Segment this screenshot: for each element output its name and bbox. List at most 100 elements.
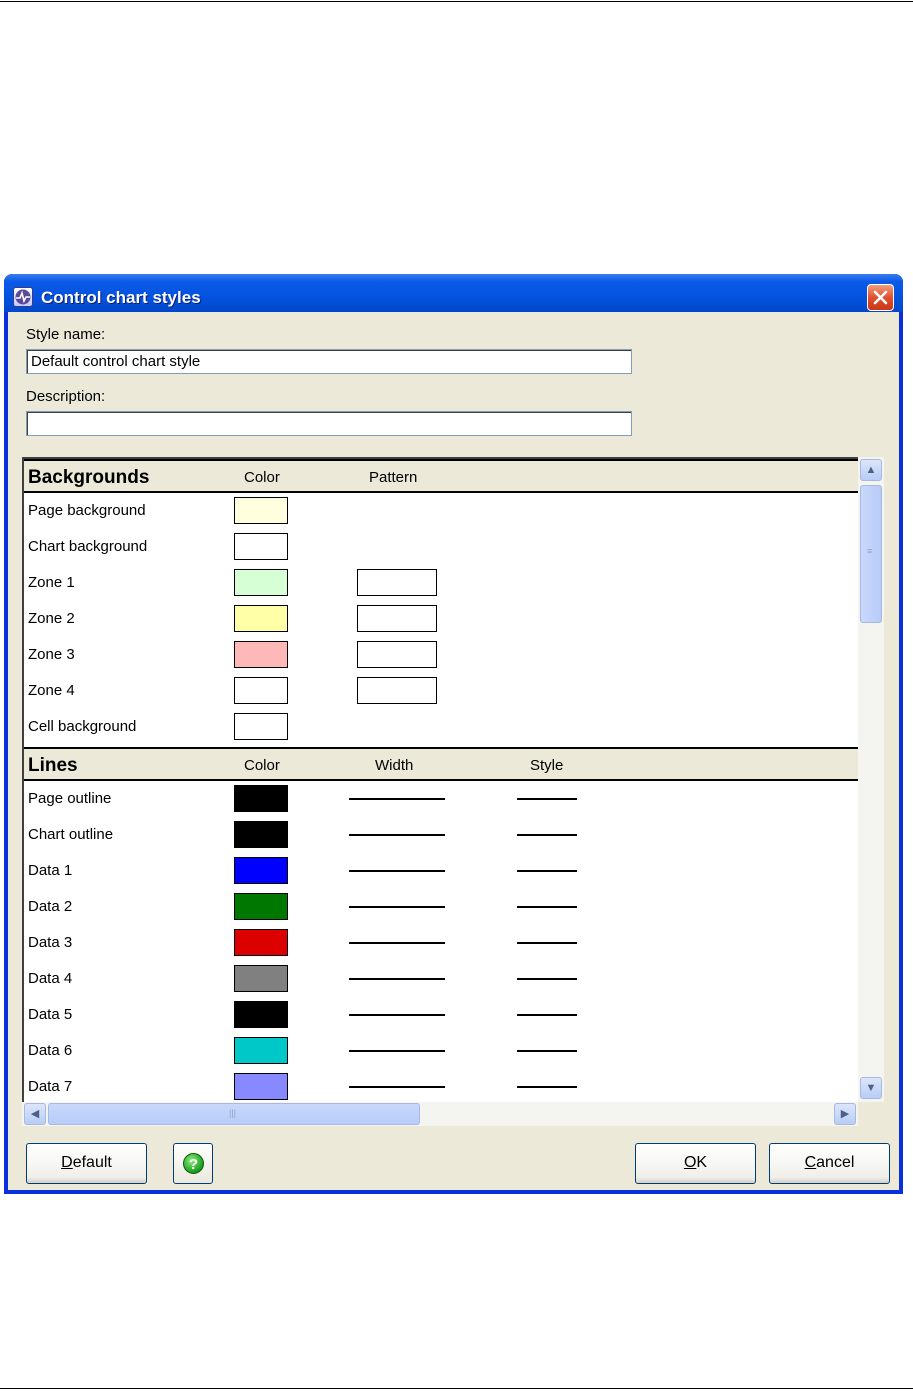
chevron-up-icon: ▲ <box>865 464 877 476</box>
line-width-sample[interactable] <box>349 1014 445 1016</box>
line-color-swatch[interactable] <box>234 857 288 884</box>
ok-button[interactable]: OK <box>635 1143 756 1184</box>
background-row-label: Cell background <box>28 718 137 735</box>
lines-style-header: Style <box>530 757 564 774</box>
scroll-down-button[interactable]: ▼ <box>860 1077 882 1099</box>
chart-wave-icon <box>13 287 33 307</box>
background-row-label: Zone 3 <box>28 646 75 663</box>
line-color-swatch[interactable] <box>234 893 288 920</box>
line-color-swatch[interactable] <box>234 1037 288 1064</box>
line-row-label: Data 1 <box>28 862 73 879</box>
line-style-sample[interactable] <box>517 942 577 944</box>
line-row-label: Page outline <box>28 790 112 807</box>
default-button[interactable]: Default <box>26 1143 147 1184</box>
line-color-swatch[interactable] <box>234 785 288 812</box>
backgrounds-pattern-header: Pattern <box>369 469 418 486</box>
line-width-sample[interactable] <box>349 906 445 908</box>
background-row-label: Zone 1 <box>28 574 75 591</box>
background-pattern-selector[interactable] <box>357 641 437 668</box>
close-button[interactable] <box>867 284 894 311</box>
line-width-sample[interactable] <box>349 834 445 836</box>
scrollbar-corner <box>858 1102 884 1126</box>
line-row-label: Chart outline <box>28 826 114 843</box>
line-width-sample[interactable] <box>349 870 445 872</box>
cancel-mnemonic: C <box>804 1154 817 1171</box>
line-row-label: Data 3 <box>28 934 73 951</box>
line-color-swatch[interactable] <box>234 1073 288 1100</box>
control-chart-styles-dialog: Control chart styles Style name: Default… <box>4 274 903 1194</box>
line-row-label: Data 4 <box>28 970 73 987</box>
cancel-label-rest: ancel <box>816 1154 855 1171</box>
backgrounds-title: Backgrounds <box>28 467 150 488</box>
window-title: Control chart styles <box>41 288 201 307</box>
chevron-down-icon: ▼ <box>865 1082 877 1094</box>
background-pattern-selector[interactable] <box>357 677 437 704</box>
background-color-swatch[interactable] <box>234 677 288 704</box>
scroll-up-button[interactable]: ▲ <box>860 459 882 481</box>
line-row-label: Data 7 <box>28 1078 73 1095</box>
backgrounds-color-header: Color <box>244 469 280 486</box>
thumb-grip-icon: ||| <box>229 1108 237 1118</box>
backgrounds-section-header: Backgrounds Color Pattern <box>24 459 858 493</box>
line-style-sample[interactable] <box>517 1086 577 1088</box>
line-style-sample[interactable] <box>517 1050 577 1052</box>
ok-label-rest: K <box>696 1154 708 1171</box>
background-color-swatch[interactable] <box>234 533 288 560</box>
background-row-label: Chart background <box>28 538 148 555</box>
line-color-swatch[interactable] <box>234 1001 288 1028</box>
vertical-scroll-thumb[interactable]: ≡ <box>860 485 882 623</box>
default-label-rest: efault <box>72 1154 112 1171</box>
line-width-sample[interactable] <box>349 978 445 980</box>
cancel-button[interactable]: Cancel <box>769 1143 890 1184</box>
horizontal-scrollbar[interactable]: ◀ ||| ▶ <box>22 1102 858 1126</box>
background-color-swatch[interactable] <box>234 605 288 632</box>
thumb-grip-icon: ≡ <box>867 546 873 556</box>
line-row-label: Data 5 <box>28 1006 73 1023</box>
background-pattern-selector[interactable] <box>357 605 437 632</box>
line-style-sample[interactable] <box>517 834 577 836</box>
chevron-left-icon: ◀ <box>30 1108 40 1120</box>
lines-width-header: Width <box>375 757 414 774</box>
chevron-right-icon: ▶ <box>840 1108 850 1120</box>
style-name-input[interactable]: Default control chart style <box>26 349 632 374</box>
line-color-swatch[interactable] <box>234 929 288 956</box>
help-button[interactable]: ? <box>173 1143 213 1184</box>
background-color-swatch[interactable] <box>234 569 288 596</box>
help-icon: ? <box>183 1153 204 1174</box>
background-pattern-selector[interactable] <box>357 569 437 596</box>
background-color-swatch[interactable] <box>234 641 288 668</box>
vertical-scrollbar[interactable]: ▲ ≡ ▼ <box>858 457 884 1103</box>
line-style-sample[interactable] <box>517 798 577 800</box>
line-color-swatch[interactable] <box>234 965 288 992</box>
background-color-swatch[interactable] <box>234 713 288 740</box>
line-width-sample[interactable] <box>349 798 445 800</box>
page-top-rule <box>0 1 913 2</box>
line-style-sample[interactable] <box>517 978 577 980</box>
line-width-sample[interactable] <box>349 1050 445 1052</box>
scroll-right-button[interactable]: ▶ <box>834 1103 856 1125</box>
description-label: Description: <box>26 388 106 405</box>
description-input[interactable] <box>26 411 632 436</box>
horizontal-scroll-thumb[interactable]: ||| <box>48 1103 420 1125</box>
scroll-left-button[interactable]: ◀ <box>24 1103 46 1125</box>
background-row-label: Page background <box>28 502 146 519</box>
line-style-sample[interactable] <box>517 870 577 872</box>
lines-color-header: Color <box>244 757 280 774</box>
style-grid: Backgrounds Color Pattern Page backgroun… <box>22 457 858 1102</box>
background-row-label: Zone 4 <box>28 682 75 699</box>
line-row-label: Data 2 <box>28 898 73 915</box>
page-bottom-rule <box>0 1388 913 1389</box>
line-width-sample[interactable] <box>349 1086 445 1088</box>
title-bar[interactable]: Control chart styles <box>4 274 903 312</box>
style-name-label: Style name: <box>26 326 106 343</box>
background-row-label: Zone 2 <box>28 610 75 627</box>
line-color-swatch[interactable] <box>234 821 288 848</box>
lines-title: Lines <box>28 755 78 776</box>
line-style-sample[interactable] <box>517 906 577 908</box>
line-row-label: Data 6 <box>28 1042 73 1059</box>
background-color-swatch[interactable] <box>234 497 288 524</box>
line-width-sample[interactable] <box>349 942 445 944</box>
ok-mnemonic: O <box>683 1154 697 1171</box>
line-style-sample[interactable] <box>517 1014 577 1016</box>
dialog-client-area: Style name: Default control chart style … <box>8 312 899 1190</box>
